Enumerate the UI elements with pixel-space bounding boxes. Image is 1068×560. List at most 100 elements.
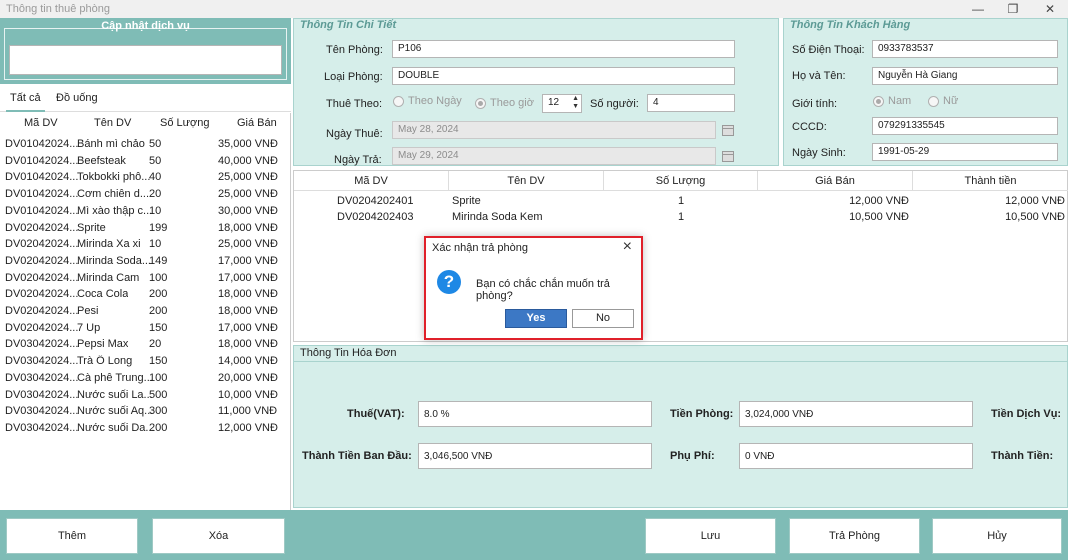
table-row[interactable]: DV03042024... Pepsi Max 20 18,000 VNĐ (0, 336, 291, 353)
svc-row-total: 10,500 VNĐ (1005, 211, 1065, 223)
row-code: DV02042024... (5, 221, 79, 234)
table-row[interactable]: DV03042024... Trà Ô Long 150 14,000 VNĐ (0, 353, 291, 370)
table-row[interactable]: DV01042024... Cơm chiên d... 20 25,000 VNĐ (0, 186, 291, 203)
table-row[interactable]: DV01042024... Beefsteak 50 40,000 VNĐ (0, 153, 291, 170)
dialog-yes-button[interactable]: Yes (505, 309, 567, 328)
extra-fee-field[interactable]: 0 VNĐ (739, 443, 973, 469)
hours-spinner[interactable]: 12 ▲ ▼ (542, 94, 582, 113)
rent-by-day-radio[interactable] (393, 96, 404, 107)
rent-by-hour-radio[interactable] (475, 98, 486, 109)
service-list-table: Mã DV Tên DV Số Lượng Giá Bán DV01042024… (0, 113, 291, 510)
col-header-code[interactable]: Mã DV (24, 117, 58, 129)
row-code: DV02042024... (5, 305, 79, 317)
window-title: Thông tin thuê phòng (6, 3, 110, 15)
table-row[interactable]: DV03042024... Nước suối Da... 200 12,000 VN… (0, 420, 291, 437)
table-row[interactable]: DV02042024... Sprite 199 18,000 VNĐ (0, 220, 291, 237)
svc-col-name[interactable]: Tên DV (449, 171, 604, 191)
checkout-date-field[interactable]: May 29, 2024 (392, 147, 716, 165)
checkin-calendar-icon[interactable] (722, 125, 734, 136)
maximize-button[interactable]: ❐ (1003, 1, 1023, 17)
update-service-title: Cập nhật dịch vụ (101, 20, 190, 32)
gender-female-label: Nữ (943, 95, 959, 107)
minimize-button[interactable]: — (968, 1, 988, 17)
checkout-calendar-icon[interactable] (722, 151, 734, 162)
table-row[interactable]: DV02042024... Mirinda Xa xi 10 25,000 VNĐ (0, 236, 291, 253)
checkin-date-label: Ngày Thuê: (326, 128, 383, 140)
svc-row-code: DV0204202401 (337, 195, 414, 207)
row-name: Nước suối Da... (77, 421, 155, 434)
room-detail-panel: Thông Tin Chi Tiết Tên Phòng: P106 Loại … (293, 18, 779, 166)
people-field[interactable]: 4 (647, 94, 735, 112)
fullname-label: Họ và Tên: (792, 70, 846, 82)
row-price: 12,000 VNĐ (218, 421, 278, 434)
table-row[interactable]: DV03042024... Nước suối Aq... 300 11,000 VN… (0, 403, 291, 420)
table-row[interactable]: DV02042024... 7 Up 150 17,000 VNĐ (0, 320, 291, 337)
dialog-title: Xác nhận trả phòng (432, 242, 529, 254)
table-row[interactable]: DV0204202401 Sprite 1 12,000 VNĐ 12,000 VNĐ (294, 195, 1068, 211)
row-code: DV01042024... (5, 188, 79, 201)
table-row[interactable]: DV0204202403 Mirinda Soda Kem 1 10,500 VNĐ 1… (294, 211, 1068, 227)
col-header-name[interactable]: Tên DV (94, 117, 131, 129)
row-qty: 50 (149, 138, 162, 150)
delete-button[interactable]: Xóa (152, 518, 285, 554)
row-price: 18,000 VNĐ (218, 221, 278, 234)
cancel-button[interactable]: Hủy (932, 518, 1062, 554)
row-price: 18,000 VNĐ (218, 288, 278, 301)
fullname-field[interactable]: Nguyễn Hà Giang (872, 67, 1058, 85)
checkout-button[interactable]: Trả Phòng (789, 518, 920, 554)
svc-col-total[interactable]: Thành tiền (913, 171, 1068, 191)
phone-field[interactable]: 0933783537 (872, 40, 1058, 58)
dob-label: Ngày Sinh: (792, 147, 846, 159)
svc-col-qty[interactable]: Số Lượng (604, 171, 758, 191)
table-row[interactable]: DV03042024... Nước suối La... 500 10,000 VN… (0, 387, 291, 404)
table-row[interactable]: DV02042024... Pesi 200 18,000 VNĐ (0, 303, 291, 320)
gender-male-radio[interactable] (873, 96, 884, 107)
invoice-divider (294, 361, 1068, 362)
row-qty: 10 (149, 204, 162, 217)
checkin-date-field[interactable]: May 28, 2024 (392, 121, 716, 139)
svc-col-price[interactable]: Giá Bán (758, 171, 913, 191)
dob-field[interactable]: 1991-05-29 (872, 143, 1058, 161)
col-header-qty[interactable]: Số Lượng (160, 117, 209, 129)
table-row[interactable]: DV02042024... Coca Cola 200 18,000 VNĐ (0, 286, 291, 303)
dialog-close-icon[interactable]: × (623, 238, 632, 256)
customer-title: Thông Tin Khách Hàng (790, 19, 911, 31)
row-price: 17,000 VNĐ (218, 321, 278, 334)
tab-drinks[interactable]: Đồ uống (56, 92, 98, 104)
row-qty: 200 (149, 288, 168, 301)
table-row[interactable]: DV02042024... Mirinda Soda... 149 17,000 VN… (0, 253, 291, 270)
id-card-field[interactable]: 079291335545 (872, 117, 1058, 135)
svc-col-code[interactable]: Mã DV (294, 171, 449, 191)
table-row[interactable]: DV03042024... Cà phê Trung... 100 20,000 VN… (0, 370, 291, 387)
customer-panel: Thông Tin Khách Hàng Số Điện Thoại: 0933… (783, 18, 1068, 166)
row-code: DV03042024... (5, 355, 79, 368)
col-header-price[interactable]: Giá Bán (237, 117, 277, 129)
svc-row-name: Mirinda Soda Kem (452, 211, 543, 223)
close-window-button[interactable]: ✕ (1040, 1, 1060, 17)
add-button[interactable]: Thêm (6, 518, 138, 554)
row-price: 25,000 VNĐ (218, 188, 278, 201)
row-price: 14,000 VNĐ (218, 355, 278, 368)
tab-all[interactable]: Tất cả (6, 92, 45, 112)
service-search-input[interactable] (9, 45, 282, 75)
table-row[interactable]: DV02042024... Mirinda Cam 100 17,000 VNĐ (0, 270, 291, 287)
row-qty: 40 (149, 171, 162, 184)
save-button[interactable]: Lưu (645, 518, 776, 554)
dialog-no-button[interactable]: No (572, 309, 634, 328)
row-qty: 150 (149, 355, 168, 368)
svc-row-name: Sprite (452, 195, 481, 207)
service-fee-label: Tiền Dịch Vụ: (991, 408, 1062, 420)
row-code: DV02042024... (5, 271, 79, 284)
room-name-field[interactable]: P106 (392, 40, 735, 58)
spinner-arrows-icon[interactable]: ▲ ▼ (572, 95, 579, 111)
table-row[interactable]: DV01042024... Mì xào thập c... 10 30,000 VN… (0, 203, 291, 220)
room-type-field[interactable]: DOUBLE (392, 67, 735, 85)
room-fee-field[interactable]: 3,024,000 VNĐ (739, 401, 973, 427)
vat-field[interactable]: 8.0 % (418, 401, 652, 427)
room-detail-title: Thông Tin Chi Tiết (300, 19, 397, 31)
initial-total-field[interactable]: 3,046,500 VNĐ (418, 443, 652, 469)
gender-female-radio[interactable] (928, 96, 939, 107)
gender-label: Giới tính: (792, 98, 838, 110)
table-row[interactable]: DV01042024... Bánh mì chảo 50 35,000 VNĐ (0, 136, 291, 153)
table-row[interactable]: DV01042024... Tokbokki phô... 40 25,000 VNĐ (0, 169, 291, 186)
